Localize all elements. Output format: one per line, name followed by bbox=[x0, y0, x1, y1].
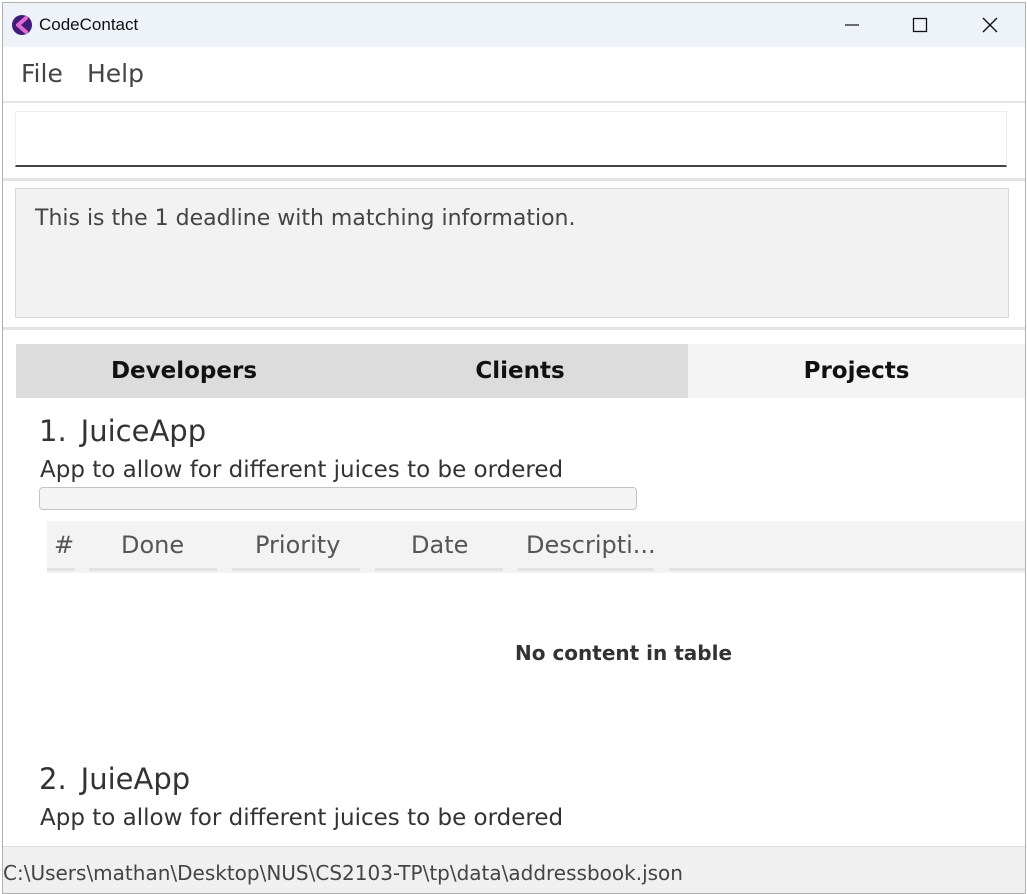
save-file-path: C:\Users\mathan\Desktop\NUS\CS2103-TP\tp… bbox=[3, 861, 683, 885]
close-button[interactable] bbox=[955, 3, 1025, 47]
column-header-done[interactable]: Done bbox=[89, 521, 217, 571]
column-header-priority[interactable]: Priority bbox=[232, 521, 360, 571]
maximize-button[interactable] bbox=[885, 3, 955, 47]
project-title: 2. JuieApp bbox=[39, 762, 190, 796]
command-box bbox=[3, 103, 1025, 181]
app-window: CodeContact File Help This is the 1 dead… bbox=[2, 2, 1026, 894]
result-display: This is the 1 deadline with matching inf… bbox=[3, 181, 1025, 330]
project-index: 2. bbox=[39, 762, 67, 796]
menu-bar: File Help bbox=[3, 47, 1025, 103]
project-name: JuieApp bbox=[80, 762, 191, 796]
menu-file[interactable]: File bbox=[21, 59, 63, 88]
project-progress-bar bbox=[39, 487, 637, 510]
result-box: This is the 1 deadline with matching inf… bbox=[15, 188, 1009, 318]
project-list[interactable]: 1. JuiceApp App to allow for different ju… bbox=[3, 398, 1025, 846]
result-message: This is the 1 deadline with matching inf… bbox=[35, 206, 576, 231]
project-description: App to allow for different juices to be … bbox=[40, 805, 564, 831]
column-header-number[interactable]: # bbox=[47, 521, 75, 571]
title-bar[interactable]: CodeContact bbox=[3, 3, 1025, 47]
minimize-icon bbox=[845, 24, 859, 26]
tab-clients[interactable]: Clients bbox=[352, 344, 688, 398]
app-logo-icon bbox=[12, 15, 32, 35]
status-bar: C:\Users\mathan\Desktop\NUS\CS2103-TP\tp… bbox=[3, 846, 1025, 893]
tab-bar: Developers Clients Projects bbox=[16, 344, 1025, 398]
tab-projects[interactable]: Projects bbox=[688, 344, 1025, 398]
tab-developers[interactable]: Developers bbox=[16, 344, 352, 398]
project-description: App to allow for different juices to be … bbox=[40, 457, 564, 483]
minimize-button[interactable] bbox=[817, 3, 887, 47]
window-title: CodeContact bbox=[39, 15, 139, 34]
deadline-table-header: # Done Priority Date Descripti... bbox=[47, 521, 1025, 573]
project-title: 1. JuiceApp bbox=[39, 414, 206, 448]
column-header-filler bbox=[669, 521, 1025, 571]
maximize-icon bbox=[912, 17, 928, 33]
close-icon bbox=[982, 17, 998, 33]
project-index: 1. bbox=[39, 414, 67, 448]
column-header-date[interactable]: Date bbox=[375, 521, 503, 571]
menu-help[interactable]: Help bbox=[87, 59, 144, 88]
column-header-description[interactable]: Descripti... bbox=[518, 521, 654, 571]
command-input[interactable] bbox=[15, 111, 1007, 167]
project-name: JuiceApp bbox=[80, 414, 207, 448]
table-empty-message: No content in table bbox=[515, 641, 733, 665]
